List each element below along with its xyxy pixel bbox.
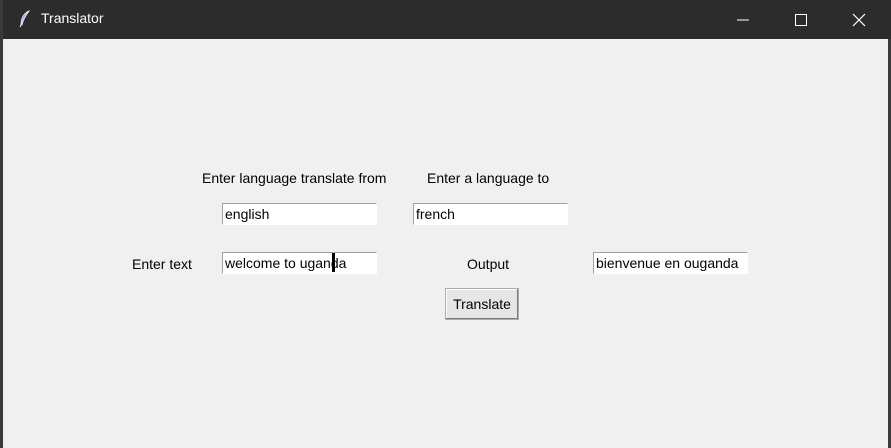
title-bar[interactable]: Translator xyxy=(3,0,891,39)
text-cursor xyxy=(332,253,335,272)
maximize-icon xyxy=(795,14,807,26)
feather-icon xyxy=(19,10,31,28)
output-field[interactable] xyxy=(593,252,748,274)
from-language-input[interactable] xyxy=(222,203,377,225)
to-language-input[interactable] xyxy=(413,203,568,225)
maximize-button[interactable] xyxy=(772,0,830,39)
close-icon xyxy=(852,13,866,27)
text-input[interactable] xyxy=(222,252,377,274)
minimize-button[interactable] xyxy=(714,0,772,39)
window-title: Translator xyxy=(41,10,104,26)
output-label: Output xyxy=(467,256,510,272)
from-language-label: Enter language translate from xyxy=(202,170,387,186)
enter-text-label: Enter text xyxy=(132,256,192,272)
translate-button[interactable]: Translate xyxy=(445,288,519,320)
translator-window: Translator Enter language translate from… xyxy=(0,0,891,448)
close-button[interactable] xyxy=(830,0,888,39)
minimize-icon xyxy=(737,19,749,21)
to-language-label: Enter a language to xyxy=(427,170,550,186)
